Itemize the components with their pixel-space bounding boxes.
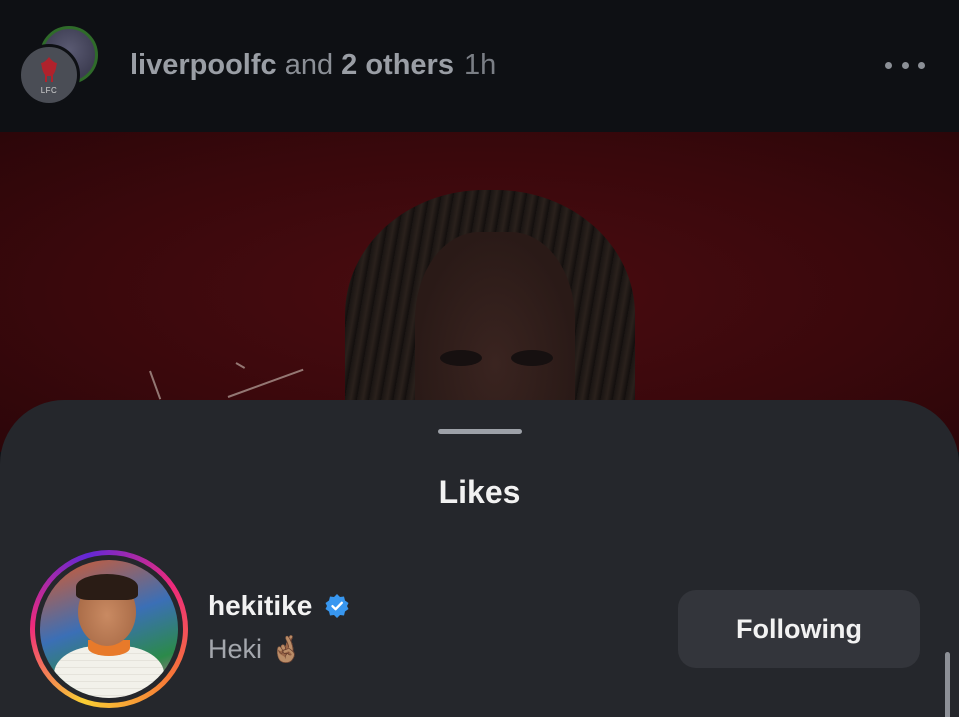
lfc-crest-icon	[41, 57, 57, 82]
post-meta: liverpoolfc and 2 others 1h	[130, 49, 496, 82]
likes-sheet: Likes hekitike Heki 🤞🏽 Following	[0, 400, 959, 717]
sheet-title: Likes	[438, 474, 521, 510]
display-name-text: Heki	[208, 634, 263, 664]
avatar[interactable]	[30, 550, 188, 708]
scrollbar[interactable]	[945, 652, 950, 717]
crossed-fingers-icon: 🤞🏽	[270, 634, 303, 664]
user-display-name: Heki 🤞🏽	[208, 634, 302, 665]
liverpoolfc-avatar[interactable]: LFC	[18, 44, 80, 106]
following-button[interactable]: Following	[678, 590, 920, 668]
lfc-badge-text: LFC	[40, 86, 58, 95]
collab-avatars[interactable]: LFC	[18, 26, 102, 110]
post-time: 1h	[463, 49, 497, 81]
more-options-icon[interactable]	[885, 58, 925, 72]
and-text: and	[276, 49, 342, 81]
list-item[interactable]: hekitike Heki 🤞🏽 Following	[0, 550, 959, 710]
post-header: LFC liverpoolfc and 2 others 1h	[0, 0, 959, 132]
username-text[interactable]: hekitike	[208, 590, 312, 622]
sheet-grabber[interactable]	[438, 429, 522, 434]
post-username[interactable]: liverpoolfc	[130, 49, 277, 81]
user-avatar-image	[40, 560, 178, 698]
user-name[interactable]: hekitike	[208, 590, 350, 622]
verified-badge-icon	[325, 594, 349, 618]
others-link[interactable]: 2 others	[341, 49, 454, 81]
